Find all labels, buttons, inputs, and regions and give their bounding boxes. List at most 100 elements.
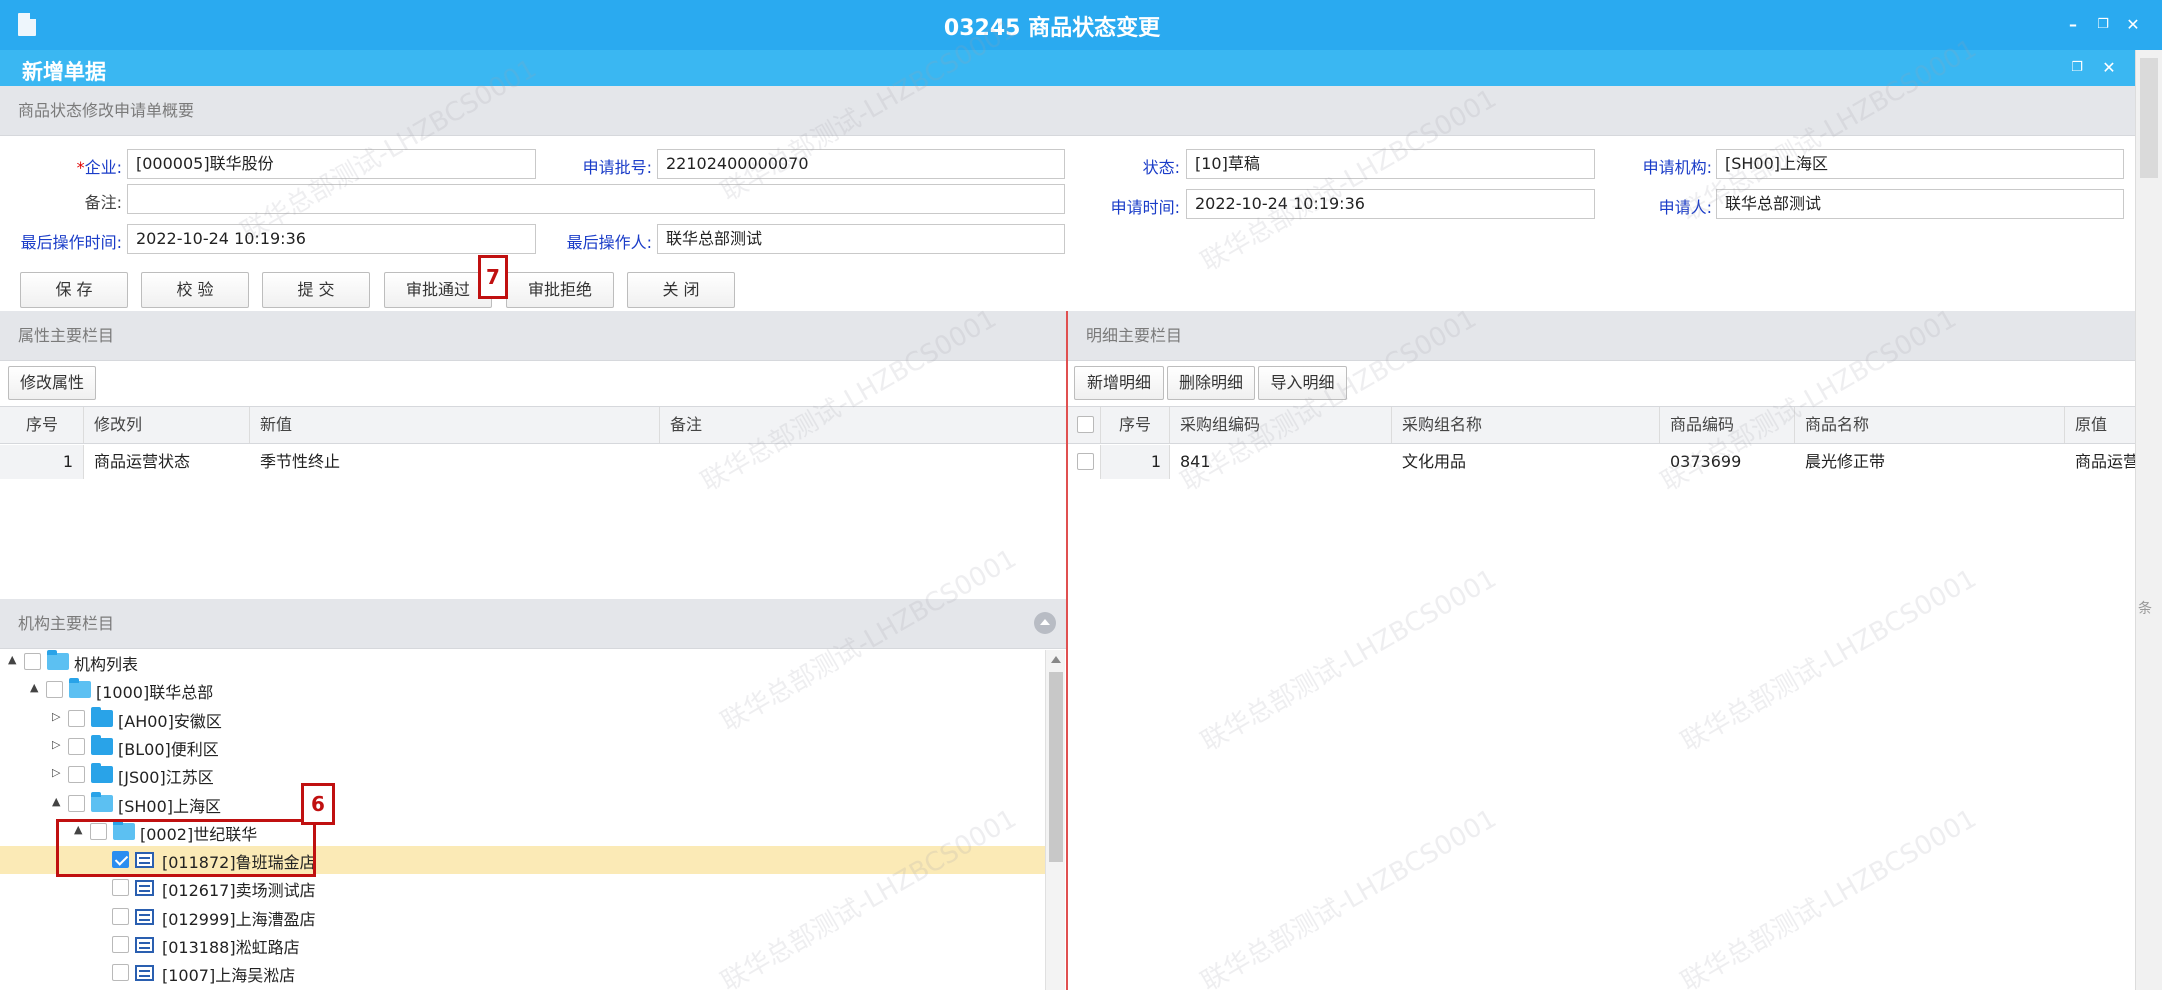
tree-node[interactable]: [012617]卖场测试店	[0, 874, 1045, 902]
detail-row-group-name: 文化用品	[1402, 452, 1467, 471]
tree-node-label: 机构列表	[74, 655, 139, 674]
last-op-time-field[interactable]: 2022-10-24 10:19:36	[127, 224, 536, 254]
submit-button[interactable]: 提 交	[262, 272, 370, 308]
store-icon	[135, 908, 154, 925]
collapsed-toggle-icon[interactable]: ▷	[52, 710, 60, 723]
attr-col-remark[interactable]: 备注	[660, 407, 1066, 443]
tree-scrollbar[interactable]	[1045, 650, 1065, 990]
detail-col-no[interactable]: 序号	[1100, 407, 1170, 443]
last-operator-field[interactable]: 联华总部测试	[657, 224, 1065, 254]
expanded-toggle-icon[interactable]: ▲	[8, 653, 16, 666]
org-section-header: 机构主要栏目	[0, 599, 1066, 649]
detail-table-row[interactable]: 1 841 文化用品 0373699 晨光修正带 商品运营状态:清场	[1068, 445, 2135, 479]
attr-col-column[interactable]: 修改列	[84, 407, 250, 443]
delete-detail-button[interactable]: 删除明细	[1167, 366, 1255, 400]
folder-icon	[91, 763, 113, 784]
apply-time-field[interactable]: 2022-10-24 10:19:36	[1186, 189, 1595, 219]
tree-node[interactable]: ▲ [1000]联华总部	[0, 676, 1045, 704]
detail-col-item-code[interactable]: 商品编码	[1660, 407, 1795, 443]
last-op-time-label: 最后操作时间:	[20, 233, 122, 252]
detail-col-item-name[interactable]: 商品名称	[1795, 407, 2065, 443]
tree-node-label: [SH00]上海区	[118, 796, 222, 816]
tree-node[interactable]: ▷ [BL00]便利区	[0, 733, 1045, 761]
detail-col-group-name[interactable]: 采购组名称	[1392, 407, 1660, 443]
modify-attr-button[interactable]: 修改属性	[8, 366, 96, 400]
tree-node-checkbox[interactable]	[112, 964, 129, 982]
org-field[interactable]: [SH00]上海区	[1716, 149, 2124, 179]
detail-row-orig-value: 商品运营状态:清场	[2075, 452, 2135, 471]
status-field[interactable]: [10]草稿	[1186, 149, 1595, 179]
remark-field[interactable]	[127, 184, 1065, 214]
tree-node[interactable]: ▷ [AH00]安徽区	[0, 705, 1045, 733]
approve-button[interactable]: 审批通过	[384, 272, 492, 308]
detail-section-header: 明细主要栏目	[1068, 311, 2135, 361]
save-button[interactable]: 保 存	[20, 272, 128, 308]
reject-button[interactable]: 审批拒绝	[506, 272, 614, 308]
tree-node-checkbox[interactable]	[68, 794, 85, 812]
tree-node-label: [1000]联华总部	[96, 683, 214, 703]
apply-time-label: 申请时间:	[1110, 198, 1180, 217]
attr-col-new-value[interactable]: 新值	[250, 407, 660, 443]
sub-close-icon[interactable]: ✕	[2098, 57, 2120, 79]
tree-node[interactable]: [012999]上海漕盈店	[0, 903, 1045, 931]
right-side-strip: 条	[2135, 50, 2162, 990]
applicant-field[interactable]: 联华总部测试	[1716, 189, 2124, 219]
detail-col-orig-value[interactable]: 原值	[2065, 407, 2135, 443]
step-7-callout: 7	[478, 255, 508, 299]
summary-header: 商品状态修改申请单概要	[0, 86, 2135, 136]
tree-node-checkbox[interactable]	[68, 737, 85, 755]
collapse-section-icon[interactable]	[1034, 612, 1056, 634]
tree-node-label: [012999]上海漕盈店	[162, 909, 316, 929]
close-button[interactable]: 关 闭	[627, 272, 735, 308]
restore-icon[interactable]: ❐	[2092, 14, 2114, 36]
detail-select-all-checkbox[interactable]	[1077, 416, 1094, 433]
sub-restore-icon[interactable]: ❐	[2066, 57, 2088, 79]
tree-node-label: [AH00]安徽区	[118, 711, 222, 731]
detail-row-no: 1	[1100, 445, 1170, 479]
org-label: 申请机构:	[1642, 158, 1712, 177]
tree-node-checkbox[interactable]	[68, 709, 85, 727]
detail-row-checkbox[interactable]	[1077, 453, 1094, 470]
add-detail-button[interactable]: 新增明细	[1074, 366, 1164, 400]
tree-node-checkbox[interactable]	[24, 653, 41, 670]
side-scrollbar-thumb[interactable]	[2140, 58, 2158, 178]
collapsed-toggle-icon[interactable]: ▷	[52, 738, 60, 751]
import-detail-button[interactable]: 导入明细	[1258, 366, 1347, 400]
validate-button[interactable]: 校 验	[141, 272, 249, 308]
collapsed-toggle-icon[interactable]: ▷	[52, 766, 60, 779]
attr-row-new-value: 季节性终止	[260, 452, 341, 471]
close-icon[interactable]: ✕	[2122, 14, 2144, 36]
watermark: 联华总部测试-LHZBCS0001	[1676, 563, 1982, 758]
tree-node-checkbox[interactable]	[112, 936, 129, 953]
scroll-up-icon[interactable]	[1051, 656, 1061, 663]
tree-scrollbar-thumb[interactable]	[1049, 672, 1063, 862]
tree-node-checkbox[interactable]	[112, 907, 129, 925]
tree-node[interactable]: ▷ [JS00]江苏区	[0, 761, 1045, 789]
store-icon	[135, 880, 154, 897]
tree-node-checkbox[interactable]	[68, 766, 85, 784]
expanded-toggle-icon[interactable]: ▲	[52, 795, 60, 808]
tree-node-checkbox[interactable]	[112, 879, 129, 897]
tree-node-label: [BL00]便利区	[118, 739, 219, 759]
detail-col-group-code[interactable]: 采购组编码	[1170, 407, 1392, 443]
batch-no-field[interactable]: 22102400000070	[657, 149, 1065, 179]
company-field[interactable]: [000005]联华股份	[127, 149, 536, 179]
tree-node-checkbox[interactable]	[46, 681, 63, 699]
detail-row-item-name: 晨光修正带	[1805, 452, 1886, 471]
remark-label: 备注:	[84, 193, 122, 212]
tree-node[interactable]: ▲ 机构列表	[0, 648, 1045, 676]
step-6-highlight-box	[56, 819, 316, 877]
expanded-toggle-icon[interactable]: ▲	[30, 681, 38, 694]
detail-table-header: 序号 采购组编码 采购组名称 商品编码 商品名称 原值	[1068, 406, 2135, 444]
tree-node-label: [012617]卖场测试店	[162, 881, 316, 901]
minimize-icon[interactable]: –	[2062, 14, 2084, 36]
attr-table-row[interactable]: 1 商品运营状态 季节性终止	[0, 445, 1066, 479]
last-operator-label: 最后操作人:	[566, 233, 652, 252]
attr-col-no[interactable]: 序号	[0, 407, 84, 443]
tree-node[interactable]: [1007]上海吴淞店	[0, 959, 1045, 987]
document-titlebar: 新增单据 ❐ ✕	[0, 50, 2135, 86]
tree-node[interactable]: [013188]淞虹路店	[0, 931, 1045, 959]
side-tag[interactable]: 条	[2138, 598, 2152, 618]
tree-node[interactable]: ▲ [SH00]上海区	[0, 790, 1045, 818]
folder-open-icon	[69, 678, 91, 699]
